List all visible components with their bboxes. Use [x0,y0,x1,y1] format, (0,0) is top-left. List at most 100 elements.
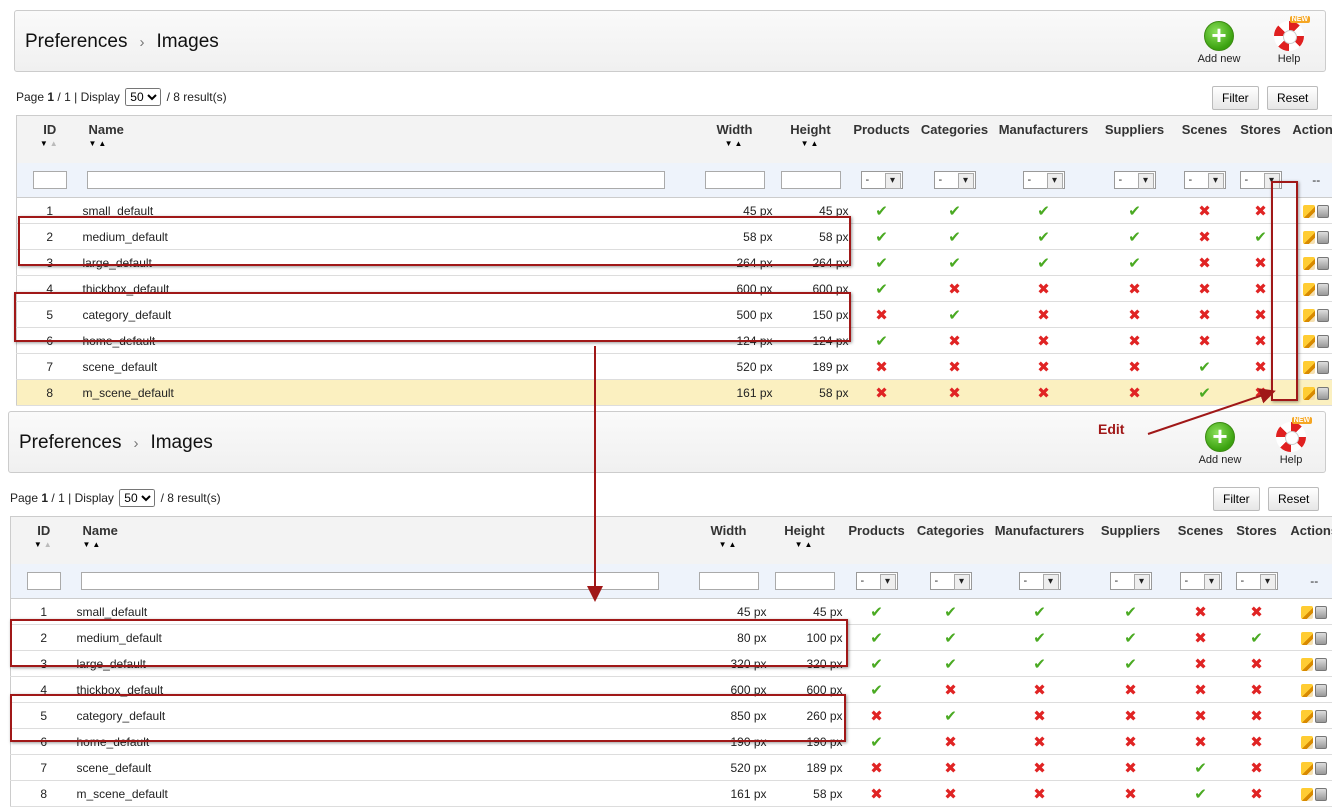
cross-icon[interactable]: ✖ [1198,203,1211,220]
check-icon[interactable]: ✔ [1128,255,1141,272]
check-icon[interactable]: ✔ [944,656,957,673]
delete-trash-icon[interactable] [1317,231,1329,244]
add-new-button[interactable]: + Add new [1196,422,1244,466]
check-icon[interactable]: ✔ [870,682,883,699]
column-header-name[interactable]: Name▼▲ [77,517,691,565]
delete-trash-icon[interactable] [1317,283,1329,296]
filter-id-input[interactable] [27,572,61,590]
cross-icon[interactable]: ✖ [1198,333,1211,350]
delete-trash-icon[interactable] [1315,736,1327,749]
cross-icon[interactable]: ✖ [1037,359,1050,376]
check-icon[interactable]: ✔ [1037,255,1050,272]
cross-icon[interactable]: ✖ [1128,385,1141,402]
cross-icon[interactable]: ✖ [1254,359,1267,376]
check-icon[interactable]: ✔ [875,255,888,272]
cross-icon[interactable]: ✖ [1254,281,1267,298]
filter-suppliers-select[interactable]: - [1110,572,1152,590]
column-header-width[interactable]: Width▼▲ [691,517,767,565]
edit-pencil-icon[interactable] [1303,309,1315,322]
sort-arrows-icon[interactable]: ▼▲ [768,540,842,549]
sort-arrows-icon[interactable]: ▼▲ [12,540,76,549]
cross-icon[interactable]: ✖ [1128,333,1141,350]
cross-icon[interactable]: ✖ [1198,307,1211,324]
cross-icon[interactable]: ✖ [1128,307,1141,324]
edit-pencil-icon[interactable] [1301,606,1313,619]
edit-pencil-icon[interactable] [1301,788,1313,801]
reset-button[interactable]: Reset [1267,86,1318,110]
cross-icon[interactable]: ✖ [1250,656,1263,673]
cross-icon[interactable]: ✖ [1128,281,1141,298]
cross-icon[interactable]: ✖ [1037,307,1050,324]
column-header-id[interactable]: ID▼▲ [11,517,77,565]
filter-id-input[interactable] [33,171,67,189]
check-icon[interactable]: ✔ [875,229,888,246]
check-icon[interactable]: ✔ [870,734,883,751]
check-icon[interactable]: ✔ [944,604,957,621]
breadcrumb-preferences[interactable]: Preferences [19,432,121,453]
edit-pencil-icon[interactable] [1303,205,1315,218]
delete-trash-icon[interactable] [1315,658,1327,671]
cross-icon[interactable]: ✖ [1250,708,1263,725]
help-button[interactable]: NEW Help [1267,422,1315,466]
cross-icon[interactable]: ✖ [1124,734,1137,751]
delete-trash-icon[interactable] [1315,606,1327,619]
delete-trash-icon[interactable] [1315,762,1327,775]
cross-icon[interactable]: ✖ [948,359,961,376]
cross-icon[interactable]: ✖ [870,760,883,777]
check-icon[interactable]: ✔ [1250,630,1263,647]
delete-trash-icon[interactable] [1317,205,1329,218]
cross-icon[interactable]: ✖ [948,333,961,350]
cross-icon[interactable]: ✖ [1037,333,1050,350]
cross-icon[interactable]: ✖ [1254,255,1267,272]
filter-manufacturers-select[interactable]: - [1023,171,1065,189]
per-page-select[interactable]: 50 [125,88,161,106]
cross-icon[interactable]: ✖ [1194,708,1207,725]
filter-stores-select[interactable]: - [1236,572,1278,590]
table-row[interactable]: 7scene_default520 px189 px✖✖✖✖✔✖ [17,354,1332,380]
cross-icon[interactable]: ✖ [870,708,883,725]
cross-icon[interactable]: ✖ [1128,359,1141,376]
filter-products-select[interactable]: - [861,171,903,189]
cross-icon[interactable]: ✖ [1250,604,1263,621]
edit-pencil-icon[interactable] [1301,684,1313,697]
cross-icon[interactable]: ✖ [1250,760,1263,777]
column-header-id[interactable]: ID▼▲ [17,116,83,164]
breadcrumb-preferences[interactable]: Preferences [25,31,127,52]
cross-icon[interactable]: ✖ [1254,203,1267,220]
delete-trash-icon[interactable] [1317,387,1329,400]
filter-scenes-select[interactable]: - [1180,572,1222,590]
add-new-button[interactable]: + Add new [1195,21,1243,65]
cross-icon[interactable]: ✖ [944,734,957,751]
edit-pencil-icon[interactable] [1301,736,1313,749]
check-icon[interactable]: ✔ [875,333,888,350]
check-icon[interactable]: ✔ [948,255,961,272]
check-icon[interactable]: ✔ [1194,786,1207,803]
help-button[interactable]: NEW Help [1265,21,1313,65]
check-icon[interactable]: ✔ [1198,385,1211,402]
cross-icon[interactable]: ✖ [1124,786,1137,803]
cross-icon[interactable]: ✖ [1124,760,1137,777]
cross-icon[interactable]: ✖ [1033,760,1046,777]
cross-icon[interactable]: ✖ [1033,682,1046,699]
cross-icon[interactable]: ✖ [1194,682,1207,699]
check-icon[interactable]: ✔ [870,604,883,621]
cross-icon[interactable]: ✖ [1033,708,1046,725]
filter-width-input[interactable] [699,572,759,590]
cross-icon[interactable]: ✖ [1250,786,1263,803]
filter-name-input[interactable] [87,171,665,189]
check-icon[interactable]: ✔ [1124,604,1137,621]
check-icon[interactable]: ✔ [1124,630,1137,647]
cross-icon[interactable]: ✖ [944,786,957,803]
cross-icon[interactable]: ✖ [1198,255,1211,272]
delete-trash-icon[interactable] [1315,632,1327,645]
cross-icon[interactable]: ✖ [1194,734,1207,751]
edit-pencil-icon[interactable] [1301,710,1313,723]
check-icon[interactable]: ✔ [1194,760,1207,777]
check-icon[interactable]: ✔ [944,630,957,647]
cross-icon[interactable]: ✖ [1198,229,1211,246]
filter-width-input[interactable] [705,171,765,189]
cross-icon[interactable]: ✖ [1250,734,1263,751]
cross-icon[interactable]: ✖ [1194,630,1207,647]
delete-trash-icon[interactable] [1315,788,1327,801]
cross-icon[interactable]: ✖ [875,359,888,376]
